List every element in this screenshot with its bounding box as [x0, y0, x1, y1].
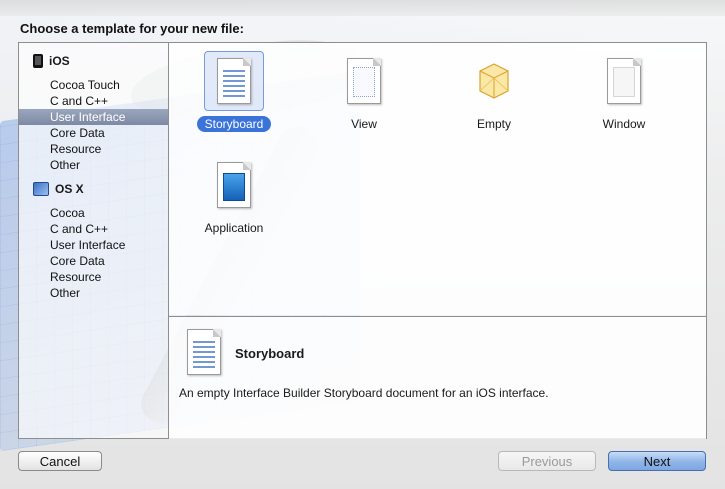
- sidebar-group-label: OS X: [55, 182, 84, 196]
- dialog-title: Choose a template for your new file:: [20, 21, 244, 36]
- sidebar-item-osx-user-interface[interactable]: User Interface: [19, 237, 168, 253]
- template-label: Application: [204, 221, 264, 235]
- view-icon: [347, 58, 381, 104]
- template-grid: Storyboard View Empty Window Application: [169, 43, 706, 315]
- template-storyboard[interactable]: Storyboard: [189, 51, 279, 132]
- window-icon: [607, 58, 641, 104]
- detail-name: Storyboard: [235, 346, 305, 361]
- sidebar-item-ios-core-data[interactable]: Core Data: [19, 125, 168, 141]
- sidebar-item-ios-other[interactable]: Other: [19, 157, 168, 173]
- sidebar-item-osx-other[interactable]: Other: [19, 285, 168, 301]
- sidebar-item-osx-c-and-cpp[interactable]: C and C++: [19, 221, 168, 237]
- template-label: Empty: [476, 117, 511, 131]
- template-application[interactable]: Application: [189, 155, 279, 236]
- template-window[interactable]: Window: [579, 51, 669, 132]
- sidebar-item-ios-resource[interactable]: Resource: [19, 141, 168, 157]
- window-top-strip: [0, 0, 725, 16]
- empty-icon: [478, 62, 510, 100]
- template-label: Storyboard: [196, 116, 272, 132]
- template-view[interactable]: View: [319, 51, 409, 132]
- template-detail: Storyboard An empty Interface Builder St…: [169, 316, 706, 439]
- sidebar-item-ios-user-interface[interactable]: User Interface: [19, 109, 168, 125]
- cancel-button[interactable]: Cancel: [18, 451, 102, 471]
- previous-button[interactable]: Previous: [498, 451, 596, 471]
- template-panel: iOS Cocoa Touch C and C++ User Interface…: [18, 42, 707, 439]
- template-label: Window: [602, 117, 646, 131]
- sidebar-item-ios-c-and-cpp[interactable]: C and C++: [19, 93, 168, 109]
- template-label: View: [351, 117, 377, 131]
- storyboard-icon: [187, 329, 221, 375]
- sidebar-item-cocoa-touch[interactable]: Cocoa Touch: [19, 77, 168, 93]
- sidebar-item-cocoa[interactable]: Cocoa: [19, 205, 168, 221]
- category-sidebar: iOS Cocoa Touch C and C++ User Interface…: [19, 43, 169, 438]
- sidebar-group-label: iOS: [49, 54, 70, 68]
- sidebar-group-ios: iOS: [33, 52, 70, 70]
- sidebar-item-osx-resource[interactable]: Resource: [19, 269, 168, 285]
- sidebar-group-osx: OS X: [33, 180, 84, 198]
- application-icon: [217, 162, 251, 208]
- mac-icon: [33, 182, 49, 196]
- template-empty[interactable]: Empty: [449, 51, 539, 132]
- storyboard-icon: [217, 58, 251, 104]
- sidebar-item-osx-core-data[interactable]: Core Data: [19, 253, 168, 269]
- detail-description: An empty Interface Builder Storyboard do…: [179, 386, 549, 400]
- iphone-icon: [33, 54, 43, 68]
- next-button[interactable]: Next: [608, 451, 706, 471]
